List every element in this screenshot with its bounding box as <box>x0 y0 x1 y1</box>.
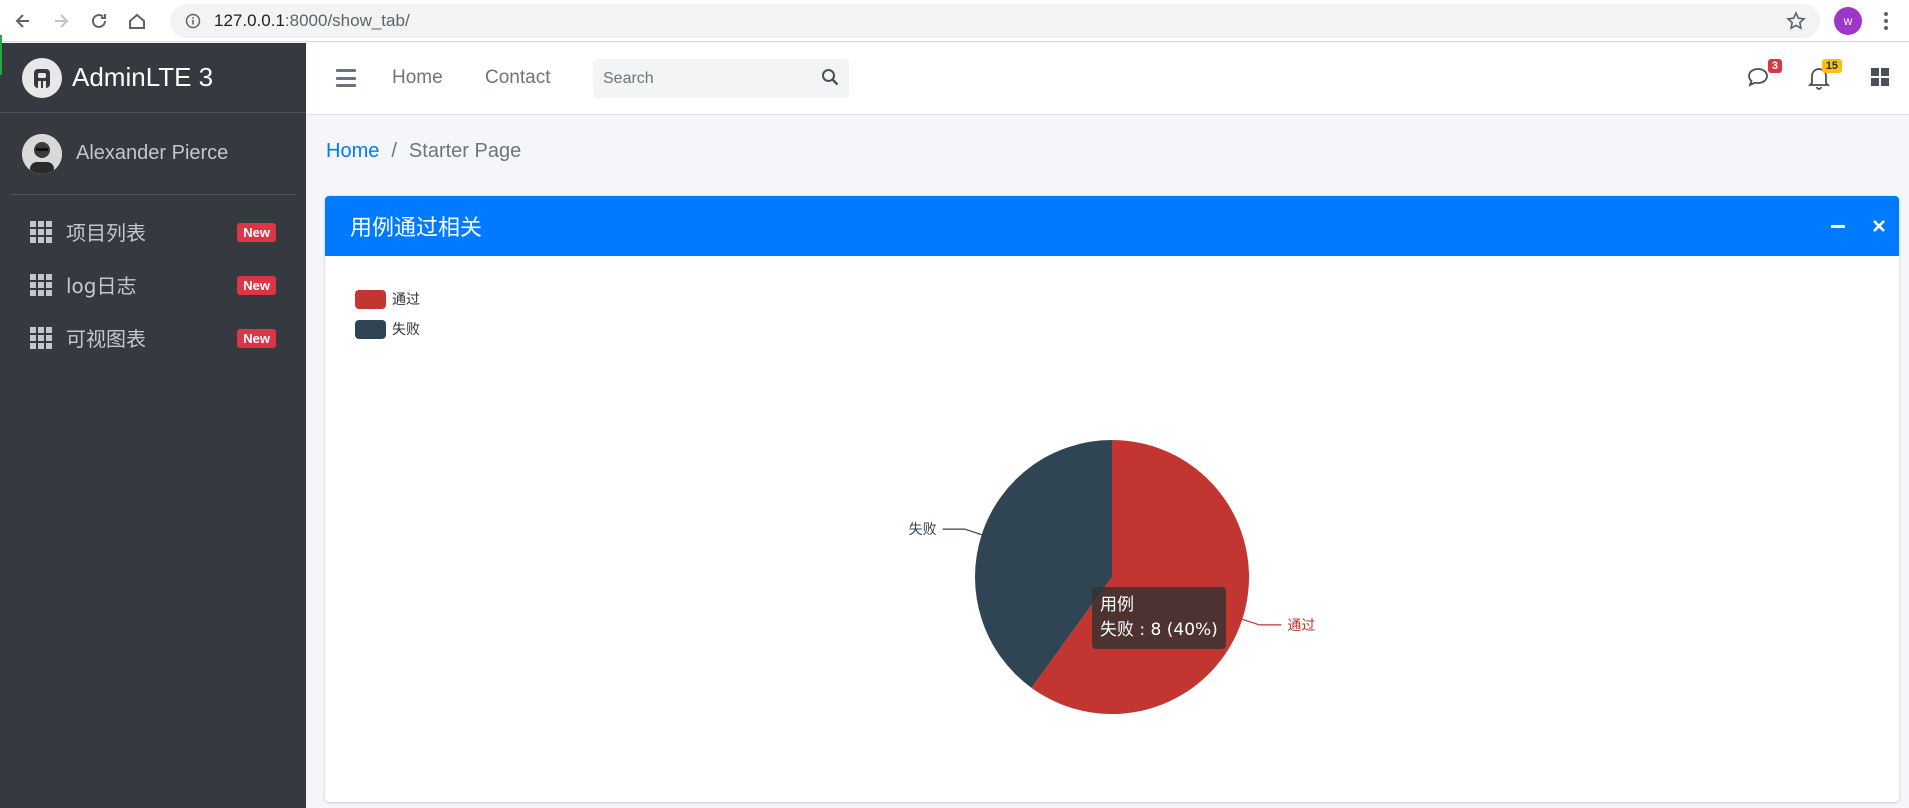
navbar-search <box>593 59 849 98</box>
forward-icon[interactable] <box>46 6 76 36</box>
tooltip-title: 用例 <box>1100 595 1134 615</box>
th-icon <box>30 220 52 243</box>
url-text: 127.0.0.1:8000/show_tab/ <box>214 11 410 31</box>
pie-chart: 通过 失败 <box>909 440 1315 714</box>
user-name[interactable]: Alexander Pierce <box>76 142 228 165</box>
pie-label-0: 通过 <box>1287 618 1315 634</box>
pie-label-line-0 <box>1242 618 1282 626</box>
pie-label-1: 失败 <box>909 522 937 538</box>
adminlte-logo-icon <box>22 57 62 98</box>
control-sidebar-icon[interactable] <box>1868 65 1896 93</box>
browser-toolbar: 127.0.0.1:8000/show_tab/ w <box>0 0 1909 42</box>
brand-link[interactable]: AdminLTE 3 <box>0 43 306 113</box>
sidebar-item-label: 可视图表 <box>66 327 146 351</box>
new-badge: New <box>237 276 276 295</box>
profile-avatar[interactable]: w <box>1834 7 1862 35</box>
brand-text: AdminLTE 3 <box>72 62 214 92</box>
breadcrumb-separator: / <box>391 140 397 162</box>
sidebar-menu: 项目列表 New log日志 New 可视图表 New <box>0 205 306 364</box>
search-icon[interactable] <box>821 68 841 88</box>
chart-tooltip: 用例 失败 : 8 (40%) <box>1092 587 1226 649</box>
url-host: 127.0.0.1 <box>214 11 285 30</box>
address-bar[interactable]: 127.0.0.1:8000/show_tab/ <box>170 4 1820 38</box>
main-sidebar: AdminLTE 3 Alexander Pierce 项目列表 New log… <box>0 35 306 808</box>
pie-label-line-1 <box>942 528 982 536</box>
notifications-count-badge: 15 <box>1821 59 1842 73</box>
messages-icon[interactable]: 3 <box>1746 59 1782 93</box>
home-icon[interactable] <box>122 6 152 36</box>
focus-indicator <box>0 35 2 75</box>
url-path: :8000/show_tab/ <box>284 11 410 30</box>
breadcrumb-active: Starter Page <box>408 140 522 162</box>
nav-link-home[interactable]: Home <box>392 67 443 89</box>
th-icon <box>30 326 52 349</box>
th-icon <box>30 273 52 296</box>
nav-link-contact[interactable]: Contact <box>485 67 550 89</box>
new-badge: New <box>237 329 276 348</box>
new-badge: New <box>237 223 276 242</box>
chart-card: 用例通过相关 通过 失败 通过 失败 用例 失败 : 8 (40%) <box>325 196 1899 802</box>
tooltip-text: 失败 : 8 (40%) <box>1100 620 1218 640</box>
reload-icon[interactable] <box>84 6 114 36</box>
menu-toggle-icon[interactable] <box>336 69 356 87</box>
sidebar-item-charts[interactable]: 可视图表 New <box>0 311 306 364</box>
user-panel[interactable]: Alexander Pierce <box>10 113 296 195</box>
breadcrumb: Home / Starter Page <box>326 140 521 163</box>
info-icon[interactable] <box>184 12 202 30</box>
search-input[interactable] <box>603 69 803 88</box>
sidebar-item-label: 项目列表 <box>66 221 146 245</box>
top-navbar: Home Contact 3 15 <box>306 43 1909 115</box>
messages-count-badge: 3 <box>1767 59 1782 73</box>
bookmark-star-icon[interactable] <box>1786 11 1806 36</box>
back-icon[interactable] <box>8 6 38 36</box>
sidebar-item-log[interactable]: log日志 New <box>0 258 306 311</box>
breadcrumb-home-link[interactable]: Home <box>326 140 379 163</box>
sidebar-item-project-list[interactable]: 项目列表 New <box>0 205 306 258</box>
notifications-bell-icon[interactable]: 15 <box>1806 59 1842 93</box>
browser-menu-icon[interactable] <box>1876 9 1896 33</box>
user-avatar <box>22 133 62 174</box>
sidebar-item-label: log日志 <box>66 274 137 298</box>
